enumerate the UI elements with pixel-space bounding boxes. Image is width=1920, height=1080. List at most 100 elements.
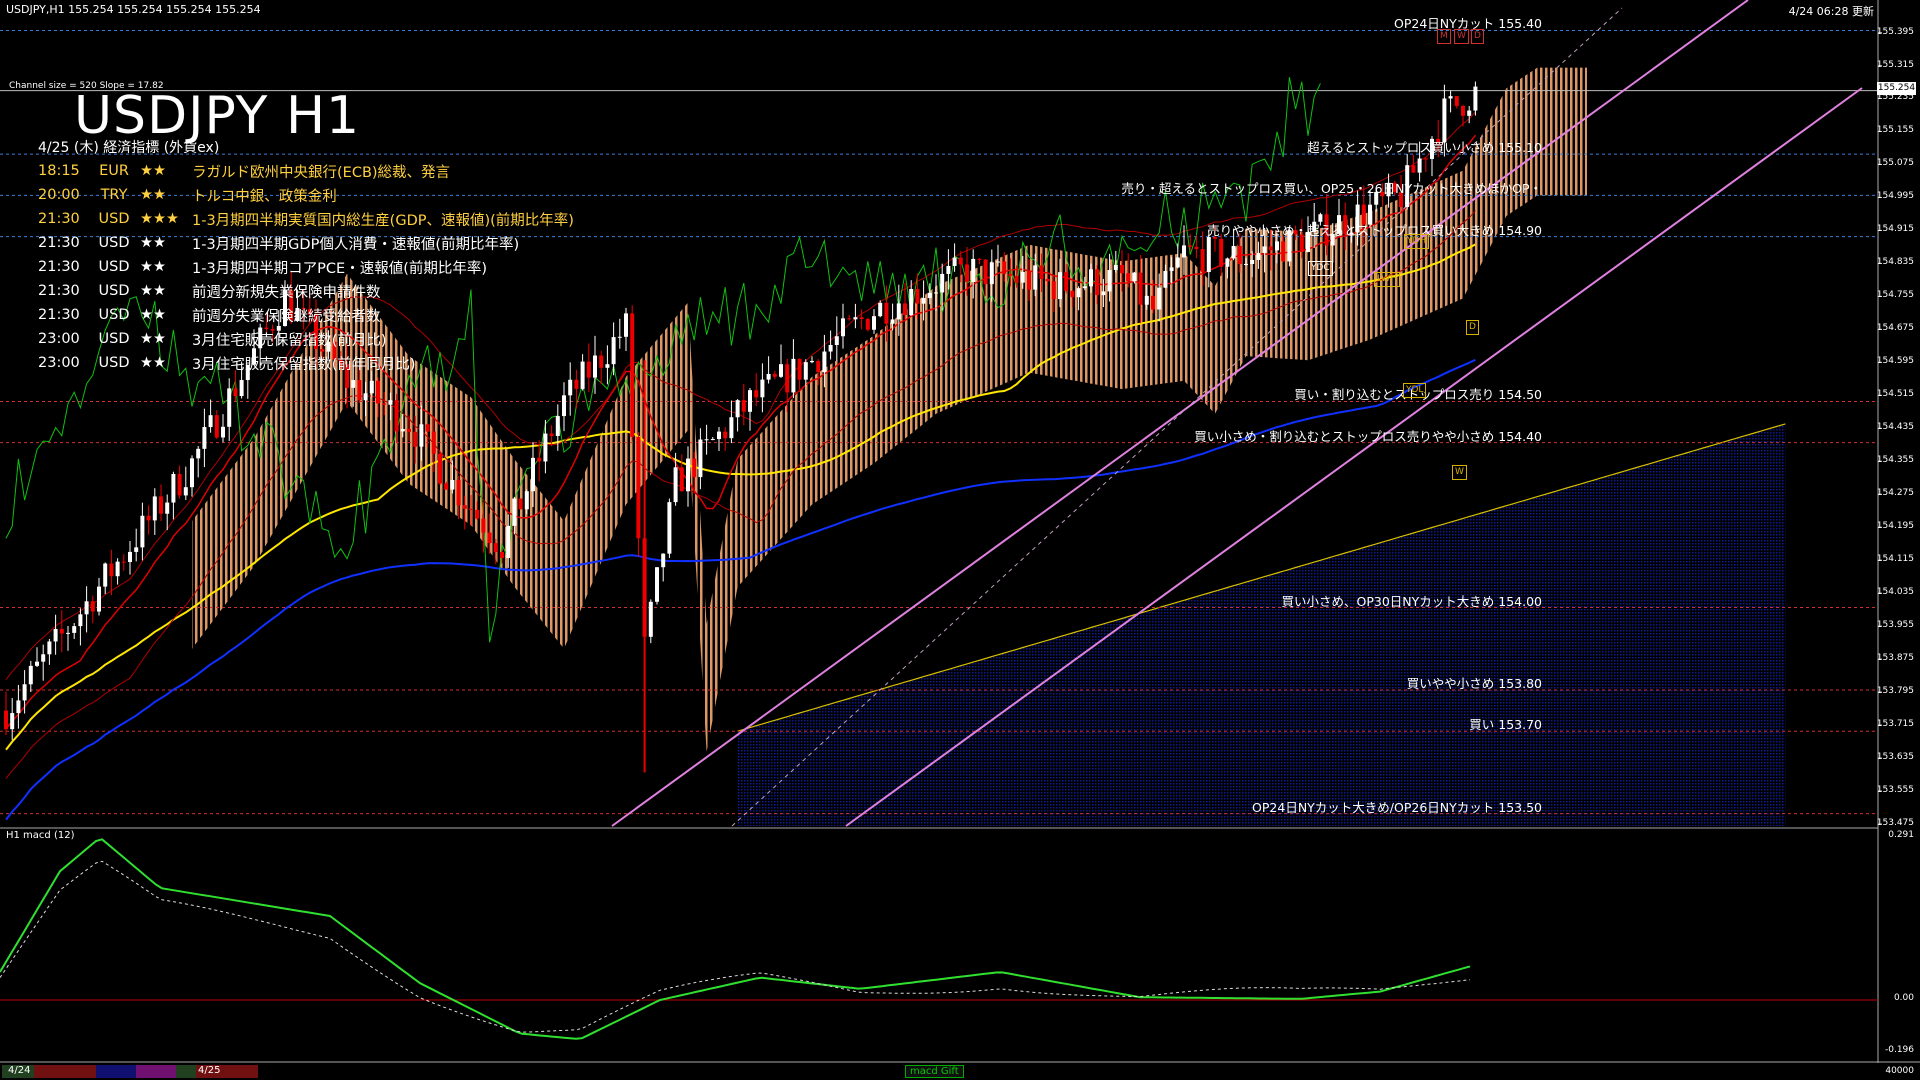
candle-body (785, 364, 790, 393)
candle-body (1275, 241, 1279, 251)
price-tick: 154.035 (1876, 587, 1914, 598)
kumo-cloud-blue (737, 423, 1786, 826)
candle-body (214, 415, 219, 438)
candle-body (946, 265, 951, 274)
candle-body (469, 508, 473, 510)
candle-body (183, 487, 188, 496)
event-time: 21:30 (38, 211, 80, 227)
candle-body (413, 431, 418, 447)
candle-body (977, 258, 982, 260)
candle-body (59, 628, 64, 634)
candle-body (754, 390, 759, 398)
event-row: 21:30 USD ★★ 1-3月期四半期GDP個人消費・速報値(前期比年率) (38, 231, 574, 255)
candle-body (1151, 295, 1155, 310)
candle-body (865, 319, 870, 330)
chart-badge: W (1454, 29, 1469, 44)
candle-body (735, 400, 740, 418)
price-tick: 155.155 (1876, 125, 1914, 136)
chart-badge: YDC (1308, 261, 1333, 276)
candle-body (1256, 252, 1261, 260)
event-name: 3月住宅販売保留指数(前年同月比) (192, 356, 416, 373)
chart-badge: W (1452, 465, 1467, 480)
candle-body (1027, 271, 1031, 290)
candle-body (766, 373, 771, 380)
price-tick: 153.955 (1876, 620, 1914, 631)
candle-body (1076, 288, 1081, 298)
candle-body (512, 498, 517, 526)
candle-body (1033, 265, 1038, 290)
candle-body (847, 318, 852, 320)
candle-body (1194, 246, 1199, 250)
event-stars: ★★ (140, 259, 166, 275)
candle-body (996, 261, 1000, 263)
event-name: トルコ中銀、政策金利 (192, 188, 337, 205)
macd-signal-line (0, 860, 1471, 1033)
candle-body (896, 303, 901, 320)
candle-body (16, 700, 21, 714)
candle-body (72, 626, 77, 633)
candle-body (171, 474, 176, 503)
candle-body (376, 380, 380, 404)
candle-body (1045, 279, 1050, 282)
candle-body (599, 355, 604, 368)
candle-body (400, 428, 405, 432)
indicator-tag[interactable]: macd Gift (905, 1065, 964, 1078)
event-currency: USD (98, 307, 130, 323)
chart-badge: YDH (1404, 234, 1430, 249)
candle-body (1200, 249, 1205, 273)
candle-body (1262, 246, 1267, 253)
candle-body (456, 479, 461, 506)
macd-axis-bottom: -0.196 (1884, 1045, 1914, 1055)
candle-body (834, 336, 839, 345)
candle-body (934, 292, 938, 294)
candle-body (363, 393, 368, 401)
price-tick: 155.395 (1876, 26, 1914, 37)
candle-body (388, 400, 393, 405)
candle-body (562, 395, 566, 417)
candle-body (22, 684, 27, 701)
candle-body (1101, 291, 1106, 296)
event-row: 20:00 TRY ★★ トルコ中銀、政策金利 (38, 183, 574, 207)
economic-events-list: 18:15 EUR ★★ ラガルド欧州中央銀行(ECB)総裁、発言 20:00 TRY ★★… (38, 159, 574, 375)
candle-body (1082, 286, 1087, 289)
price-tick: 155.075 (1876, 158, 1914, 169)
event-time: 18:15 (38, 163, 80, 179)
price-tick: 153.475 (1876, 817, 1914, 828)
candle-body (971, 258, 976, 283)
candle-body (1268, 246, 1273, 251)
candle-body (1182, 245, 1186, 258)
candle-body (952, 257, 957, 266)
candle-body (878, 302, 883, 317)
candle-body (1051, 281, 1056, 300)
candle-body (617, 336, 622, 338)
candle-body (97, 586, 101, 612)
candle-body (1107, 270, 1112, 292)
event-stars: ★★ (140, 331, 166, 347)
price-tick: 154.595 (1876, 356, 1914, 367)
candle-body (47, 641, 52, 655)
candle-body (940, 273, 945, 293)
candle-body (462, 505, 467, 509)
candle-body (636, 436, 641, 539)
candle-body (239, 380, 244, 397)
candle-body (1454, 96, 1459, 106)
candle-body (438, 453, 442, 484)
candle-body (500, 552, 504, 558)
candle-body (822, 351, 827, 373)
macd-lines (0, 838, 1878, 1040)
event-row: 21:30 USD ★★ 1-3月期四半期コアPCE・速報値(前期比年率) (38, 255, 574, 279)
current-price-tag: 155.254 (1877, 82, 1916, 95)
candle-body (816, 360, 821, 373)
event-currency: USD (98, 259, 130, 275)
candle-body (506, 525, 511, 558)
candle-body (698, 439, 703, 478)
candle-body (1039, 265, 1044, 280)
candle-body (475, 509, 480, 519)
event-currency: USD (98, 355, 130, 371)
candle-body (1138, 272, 1143, 305)
candle-body (673, 467, 678, 503)
price-tick: 154.115 (1876, 554, 1914, 565)
candle-body (1411, 165, 1416, 173)
candle-body (10, 713, 15, 730)
candle-body (1442, 98, 1447, 143)
